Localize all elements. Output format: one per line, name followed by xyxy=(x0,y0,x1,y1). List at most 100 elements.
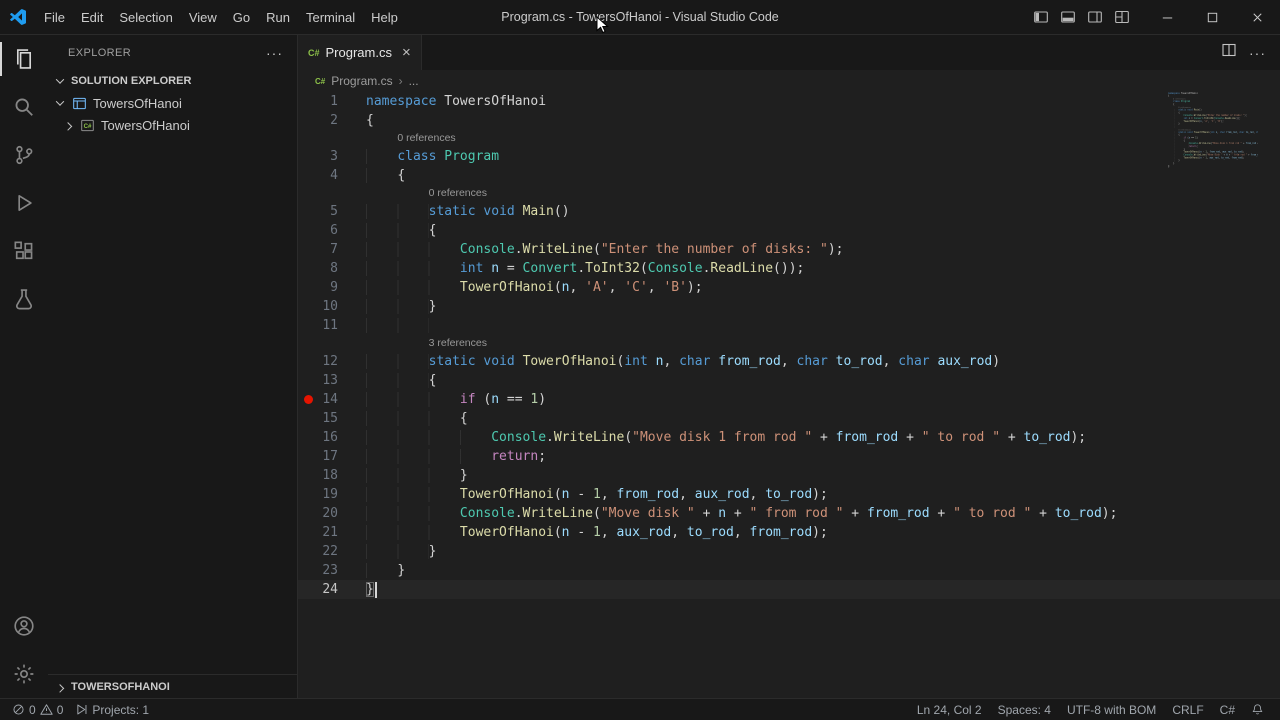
code-line-6[interactable]: 6 { xyxy=(298,221,1280,240)
editor[interactable]: 1namespace TowersOfHanoi2{0 references3 … xyxy=(298,92,1280,698)
activity-account-icon[interactable] xyxy=(0,602,48,650)
line-number[interactable]: 15 xyxy=(298,409,366,428)
toggle-panel-icon[interactable] xyxy=(1054,4,1081,31)
activity-explorer-icon[interactable] xyxy=(0,35,48,83)
status-eol[interactable]: CRLF xyxy=(1164,699,1211,720)
toggle-secondary-sidebar-icon[interactable] xyxy=(1081,4,1108,31)
status-problems[interactable]: 00 xyxy=(6,699,69,720)
breakpoint-icon[interactable] xyxy=(304,395,313,404)
maximize-button[interactable] xyxy=(1190,0,1235,35)
menu-file[interactable]: File xyxy=(36,0,73,34)
editor-more-actions-icon[interactable]: ··· xyxy=(1249,45,1266,61)
status-notifications[interactable] xyxy=(1243,699,1272,720)
menu-selection[interactable]: Selection xyxy=(111,0,180,34)
close-icon[interactable]: × xyxy=(402,45,411,60)
status-indentation[interactable]: Spaces: 4 xyxy=(990,699,1059,720)
line-number[interactable]: 13 xyxy=(298,371,366,390)
menu-help[interactable]: Help xyxy=(363,0,406,34)
activity-extensions-icon[interactable] xyxy=(0,227,48,275)
menu-view[interactable]: View xyxy=(181,0,225,34)
code-line-14[interactable]: 14 if (n == 1) xyxy=(298,390,1280,409)
section-folder[interactable]: TOWERSOFHANOI xyxy=(48,674,297,698)
code-line-7[interactable]: 7 Console.WriteLine("Enter the number of… xyxy=(298,240,1280,259)
codelens-references[interactable]: 3 references xyxy=(298,335,1280,352)
line-number[interactable]: 6 xyxy=(298,221,366,240)
code-line-12[interactable]: 12 static void TowerOfHanoi(int n, char … xyxy=(298,352,1280,371)
code-line-10[interactable]: 10 } xyxy=(298,297,1280,316)
tree-item[interactable]: C#TowersOfHanoi xyxy=(48,114,297,136)
code-line-2[interactable]: 2{ xyxy=(298,111,1280,130)
code-line-24[interactable]: 24} xyxy=(298,580,1280,599)
line-number[interactable]: 1 xyxy=(298,92,366,111)
breadcrumb-item[interactable]: Program.cs xyxy=(331,74,392,88)
activity-settings-icon[interactable] xyxy=(0,650,48,698)
code-line-19[interactable]: 19 TowerOfHanoi(n - 1, from_rod, aux_rod… xyxy=(298,485,1280,504)
line-number[interactable]: 4 xyxy=(298,166,366,185)
line-number[interactable]: 12 xyxy=(298,352,366,371)
line-number[interactable]: 11 xyxy=(298,316,366,335)
line-number[interactable]: 9 xyxy=(298,278,366,297)
status-language-mode[interactable]: C# xyxy=(1212,699,1243,720)
footer-section-title: TOWERSOFHANOI xyxy=(71,681,170,693)
menu-terminal[interactable]: Terminal xyxy=(298,0,363,34)
code-line-18[interactable]: 18 } xyxy=(298,466,1280,485)
code-line-1[interactable]: 1namespace TowersOfHanoi xyxy=(298,92,1280,111)
status-cursor-position[interactable]: Ln 24, Col 2 xyxy=(909,699,990,720)
line-number[interactable]: 2 xyxy=(298,111,366,130)
menu-go[interactable]: Go xyxy=(225,0,258,34)
line-number[interactable]: 5 xyxy=(298,202,366,221)
line-number[interactable]: 23 xyxy=(298,561,366,580)
code-line-4[interactable]: 4 { xyxy=(298,166,1280,185)
line-number[interactable]: 17 xyxy=(298,447,366,466)
code-line-9[interactable]: 9 TowerOfHanoi(n, 'A', 'C', 'B'); xyxy=(298,278,1280,297)
codelens-references[interactable]: 0 references xyxy=(298,185,1280,202)
menu-run[interactable]: Run xyxy=(258,0,298,34)
code-line-15[interactable]: 15 { xyxy=(298,409,1280,428)
split-editor-icon[interactable] xyxy=(1221,42,1237,63)
breadcrumb-item[interactable]: ... xyxy=(409,74,419,88)
line-number[interactable]: 22 xyxy=(298,542,366,561)
customize-layout-icon[interactable] xyxy=(1108,4,1135,31)
code-line-20[interactable]: 20 Console.WriteLine("Move disk " + n + … xyxy=(298,504,1280,523)
tab-program.cs[interactable]: C#Program.cs× xyxy=(298,35,422,70)
code-line-11[interactable]: 11 xyxy=(298,316,1280,335)
line-number[interactable]: 24 xyxy=(298,580,366,599)
minimap[interactable]: namespace TowersOfHanoi{0 references cla… xyxy=(1168,92,1258,212)
menu-edit[interactable]: Edit xyxy=(73,0,111,34)
line-number[interactable]: 19 xyxy=(298,485,366,504)
code-line-21[interactable]: 21 TowerOfHanoi(n - 1, aux_rod, to_rod, … xyxy=(298,523,1280,542)
status-encoding[interactable]: UTF-8 with BOM xyxy=(1059,699,1164,720)
toggle-primary-sidebar-icon[interactable] xyxy=(1027,4,1054,31)
code-line-8[interactable]: 8 int n = Convert.ToInt32(Console.ReadLi… xyxy=(298,259,1280,278)
line-number[interactable]: 21 xyxy=(298,523,366,542)
section-solution-explorer[interactable]: SOLUTION EXPLORER xyxy=(48,70,297,92)
line-number[interactable]: 8 xyxy=(298,259,366,278)
activity-source-control-icon[interactable] xyxy=(0,131,48,179)
code-line-22[interactable]: 22 } xyxy=(298,542,1280,561)
activity-testing-icon[interactable] xyxy=(0,275,48,323)
status-projects[interactable]: Projects: 1 xyxy=(69,699,155,720)
line-number[interactable]: 14 xyxy=(298,390,366,409)
line-number[interactable]: 20 xyxy=(298,504,366,523)
code-line-17[interactable]: 17 return; xyxy=(298,447,1280,466)
code-line-5[interactable]: 5 static void Main() xyxy=(298,202,1280,221)
activity-run-debug-icon[interactable] xyxy=(0,179,48,227)
code-line-16[interactable]: 16 Console.WriteLine("Move disk 1 from r… xyxy=(298,428,1280,447)
line-number[interactable]: 7 xyxy=(298,240,366,259)
chevron-right-icon xyxy=(52,679,68,695)
line-number[interactable]: 3 xyxy=(298,147,366,166)
tree-item[interactable]: TowersOfHanoi xyxy=(48,92,297,114)
more-actions-icon[interactable]: ··· xyxy=(266,45,283,61)
activity-search-icon[interactable] xyxy=(0,83,48,131)
codelens-references[interactable]: 0 references xyxy=(298,130,1280,147)
sidebar: EXPLORER ··· SOLUTION EXPLORER TowersOfH… xyxy=(48,35,298,698)
code-line-13[interactable]: 13 { xyxy=(298,371,1280,390)
line-number[interactable]: 18 xyxy=(298,466,366,485)
line-number[interactable]: 10 xyxy=(298,297,366,316)
code-line-23[interactable]: 23 } xyxy=(298,561,1280,580)
minimize-button[interactable] xyxy=(1145,0,1190,35)
line-number[interactable]: 16 xyxy=(298,428,366,447)
solution-tree: TowersOfHanoiC#TowersOfHanoi xyxy=(48,92,297,136)
close-button[interactable] xyxy=(1235,0,1280,35)
code-line-3[interactable]: 3 class Program xyxy=(298,147,1280,166)
